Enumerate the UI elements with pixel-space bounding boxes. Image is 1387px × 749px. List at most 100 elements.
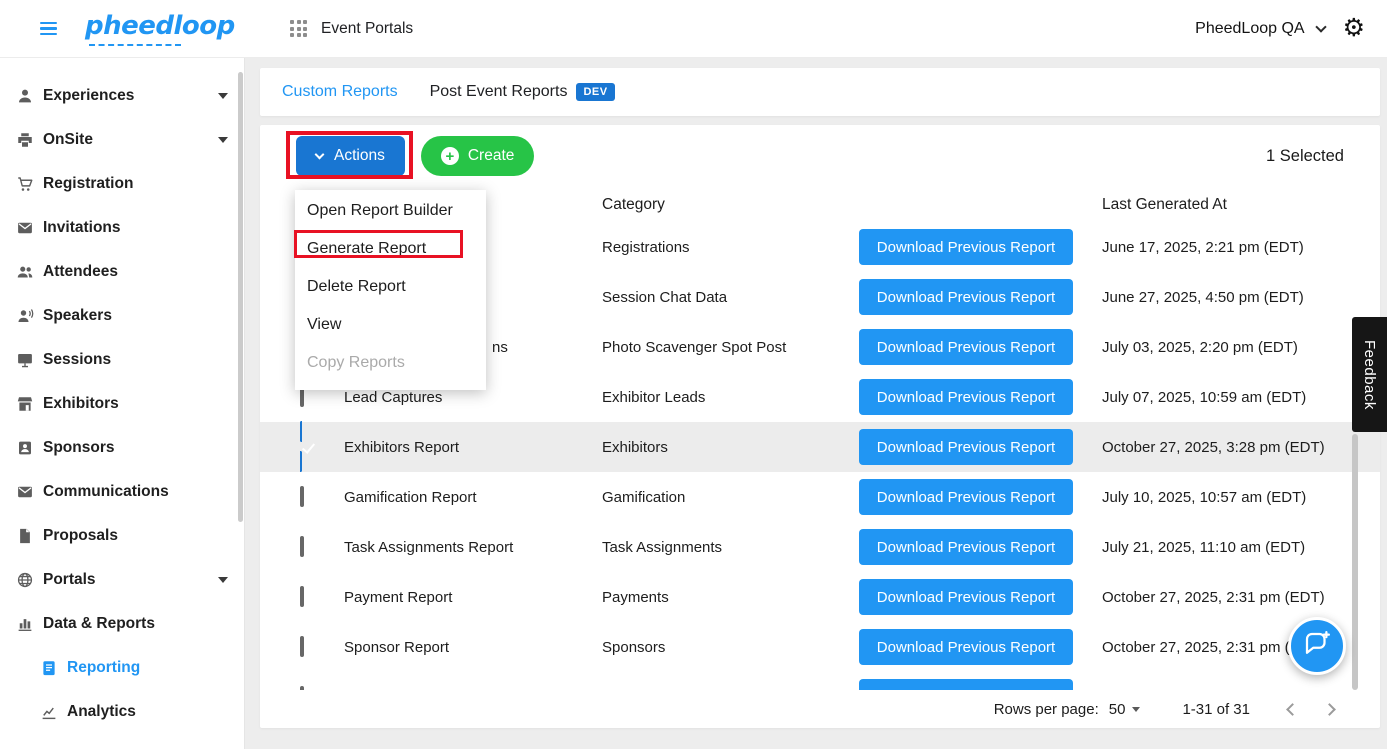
checkbox-cell xyxy=(300,386,344,407)
chevron-down-icon xyxy=(218,93,228,99)
sidebar-item-registration[interactable]: Registration xyxy=(0,162,244,206)
download-cell: Download Previous Report xyxy=(859,279,1102,315)
row-checkbox[interactable] xyxy=(300,420,344,473)
feedback-tab[interactable]: Feedback xyxy=(1352,317,1387,432)
sidebar-scrollbar[interactable] xyxy=(238,72,243,522)
download-previous-report-button[interactable]: Download Previous Report xyxy=(859,429,1073,465)
menu-item-delete-report[interactable]: Delete Report xyxy=(295,268,486,306)
row-checkbox[interactable] xyxy=(300,536,304,557)
download-previous-report-button[interactable]: Download Previous Report xyxy=(859,279,1073,315)
download-previous-report-button[interactable]: Download Previous Report xyxy=(859,679,1073,690)
table-row[interactable]: Task Assignments Report Task Assignments… xyxy=(260,522,1380,572)
sidebar-item-label: Reporting xyxy=(67,659,141,676)
report-name: Gamification Report xyxy=(344,488,477,506)
rows-per-page-select[interactable]: 50 xyxy=(1109,701,1141,718)
account-name[interactable]: PheedLoop QA xyxy=(1195,20,1304,38)
plus-icon: + xyxy=(440,147,459,165)
sidebar-item-label: Speakers xyxy=(43,307,112,324)
chevron-down-icon xyxy=(218,577,228,583)
table-row[interactable]: Gamification Report Gamification Downloa… xyxy=(260,472,1380,522)
sidebar-item-data-reports[interactable]: Data & Reports xyxy=(0,602,244,646)
report-category: Exhibitors xyxy=(602,438,668,456)
table-row[interactable]: Payment Report Payments Download Previou… xyxy=(260,572,1380,622)
download-previous-report-button[interactable]: Download Previous Report xyxy=(859,629,1073,665)
chevron-down-icon xyxy=(314,149,325,160)
clipboard-icon xyxy=(40,659,59,678)
settings-gear-icon[interactable]: ⚙ xyxy=(1343,16,1365,41)
report-category: Session Chat Data xyxy=(602,288,728,306)
printer-icon xyxy=(16,131,35,150)
pheedloop-logo[interactable]: pheedloop xyxy=(85,11,235,47)
next-page-icon[interactable] xyxy=(1323,702,1336,716)
sidebar-item-invitations[interactable]: Invitations xyxy=(0,206,244,250)
download-cell: Download Previous Report xyxy=(859,379,1102,415)
download-previous-report-button[interactable]: Download Previous Report xyxy=(859,329,1073,365)
sidebar-item-attendees[interactable]: Attendees xyxy=(0,250,244,294)
tab-label: Post Event Reports xyxy=(429,83,568,100)
tab-custom-reports[interactable]: Custom Reports xyxy=(266,68,414,116)
tab-post-event-reports[interactable]: Post Event Reports DEV xyxy=(414,68,631,116)
report-name: Exhibitors Report xyxy=(344,438,460,456)
sidebar-item-label: Registration xyxy=(43,175,134,192)
apps-grid-icon[interactable] xyxy=(290,20,307,37)
download-cell: Download Previous Report xyxy=(859,479,1102,515)
actions-button[interactable]: Actions xyxy=(296,136,405,176)
chevron-down-icon xyxy=(218,137,228,143)
topbar-left: pheedloop xyxy=(0,11,245,47)
sidebar-item-label: Analytics xyxy=(67,703,136,720)
sidebar-item-exhibitors[interactable]: Exhibitors xyxy=(0,382,244,426)
sidebar-item-analytics[interactable]: Analytics xyxy=(0,690,244,734)
download-previous-report-button[interactable]: Download Previous Report xyxy=(859,529,1073,565)
table-row[interactable]: Download Previous Report xyxy=(260,672,1380,690)
last-generated-at: June 17, 2025, 2:21 pm (EDT) xyxy=(1102,238,1304,256)
menu-toggle-icon[interactable] xyxy=(40,21,57,36)
download-previous-report-button[interactable]: Download Previous Report xyxy=(859,479,1073,515)
badge-icon xyxy=(16,439,35,458)
download-previous-report-button[interactable]: Download Previous Report xyxy=(859,379,1073,415)
table-row[interactable]: Exhibitors Report Exhibitors Download Pr… xyxy=(260,420,1380,473)
report-category: Photo Scavenger Spot Post xyxy=(602,338,787,356)
row-checkbox[interactable] xyxy=(300,636,304,657)
chat-support-button[interactable] xyxy=(1288,617,1346,675)
menu-item-copy-reports: Copy Reports xyxy=(307,354,405,371)
chevron-down-icon[interactable] xyxy=(1314,20,1327,33)
globe-icon xyxy=(16,571,35,590)
sidebar-item-communications[interactable]: Communications xyxy=(0,470,244,514)
report-category: Gamification xyxy=(602,488,686,506)
report-name: Lead Captures xyxy=(344,388,443,406)
sidebar-item-speakers[interactable]: Speakers xyxy=(0,294,244,338)
sidebar-item-portals[interactable]: Portals xyxy=(0,558,244,602)
menu-item-view[interactable]: View xyxy=(295,306,486,344)
tab-bar: Custom Reports Post Event Reports DEV xyxy=(260,68,1380,116)
row-checkbox[interactable] xyxy=(300,486,304,507)
sidebar-item-label: Invitations xyxy=(43,219,121,236)
row-checkbox[interactable] xyxy=(300,586,304,607)
sidebar-item-onsite[interactable]: OnSite xyxy=(0,118,244,162)
table-scrollbar[interactable] xyxy=(1352,434,1358,690)
download-previous-report-button[interactable]: Download Previous Report xyxy=(859,229,1073,265)
sidebar-item-sessions[interactable]: Sessions xyxy=(0,338,244,382)
toolbar: Actions + Create 1 Selected xyxy=(260,125,1380,187)
sidebar-item-sponsors[interactable]: Sponsors xyxy=(0,426,244,470)
people-icon xyxy=(16,263,35,282)
menu-item-generate-report[interactable]: Generate Report xyxy=(295,230,486,268)
table-row[interactable]: Sponsor Report Sponsors Download Previou… xyxy=(260,622,1380,672)
report-category: Payments xyxy=(602,588,669,606)
checkbox-cell xyxy=(300,486,344,507)
main-content: Custom Reports Post Event Reports DEV Ac… xyxy=(246,58,1387,749)
menu-item-open-report-builder[interactable]: Open Report Builder xyxy=(295,192,486,230)
sidebar-item-experiences[interactable]: Experiences xyxy=(0,74,244,118)
sidebar-item-proposals[interactable]: Proposals xyxy=(0,514,244,558)
previous-page-icon[interactable] xyxy=(1286,702,1299,716)
sidebar-item-reporting[interactable]: Reporting xyxy=(0,646,244,690)
report-name: Sponsor Report xyxy=(344,638,450,656)
create-button[interactable]: + Create xyxy=(420,136,535,176)
header-last-generated: Last Generated At xyxy=(1102,195,1227,213)
document-icon xyxy=(16,527,35,546)
download-previous-report-button[interactable]: Download Previous Report xyxy=(859,579,1073,615)
download-cell: Download Previous Report xyxy=(859,629,1102,665)
report-name: Payment Report xyxy=(344,588,453,606)
create-button-label: Create xyxy=(467,147,515,164)
page-title: Event Portals xyxy=(321,19,414,37)
sidebar-item-label: Data & Reports xyxy=(43,615,155,632)
